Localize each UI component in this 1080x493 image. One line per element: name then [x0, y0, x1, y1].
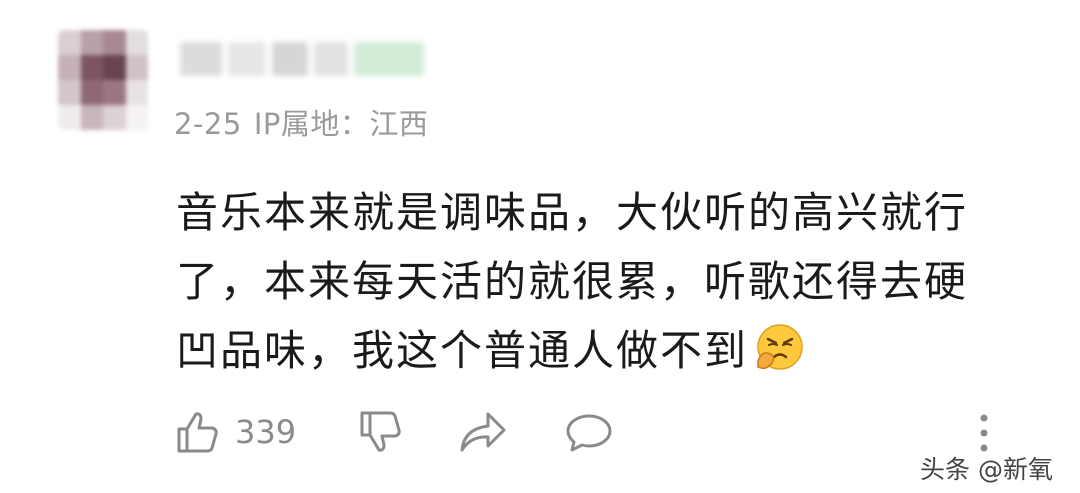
like-button[interactable]: 339	[175, 409, 296, 455]
comment-actions: 339	[175, 407, 614, 457]
username-blurred[interactable]	[180, 42, 424, 76]
watermark: 头条 @新氧	[920, 455, 1053, 484]
thumbs-down-icon	[360, 411, 401, 452]
avatar[interactable]	[58, 30, 148, 130]
comment-body: 音乐本来就是调味品，大伙听的高兴就行了，本来每天活的就很累，听歌还得去硬凹品味，…	[176, 178, 1006, 385]
more-options-icon[interactable]	[977, 412, 991, 454]
share-button[interactable]	[458, 410, 508, 454]
comment-card: 2-25 IP属地：江西 音乐本来就是调味品，大伙听的高兴就行了，本来每天活的就很…	[0, 0, 1080, 493]
share-arrow-icon	[460, 412, 506, 452]
ip-location: IP属地：江西	[253, 107, 429, 141]
like-count: 339	[235, 413, 297, 451]
dislike-button[interactable]	[358, 409, 402, 455]
comment-meta: 2-25 IP属地：江西	[174, 101, 440, 143]
reply-button[interactable]	[564, 410, 614, 454]
speech-bubble-icon	[566, 414, 612, 452]
face-with-hand-icon	[757, 324, 803, 370]
comment-date: 2-25	[174, 107, 242, 141]
thumbs-up-icon	[177, 412, 218, 453]
comment-text: 音乐本来就是调味品，大伙听的高兴就行了，本来每天活的就很累，听歌还得去硬凹品味，…	[176, 188, 969, 375]
